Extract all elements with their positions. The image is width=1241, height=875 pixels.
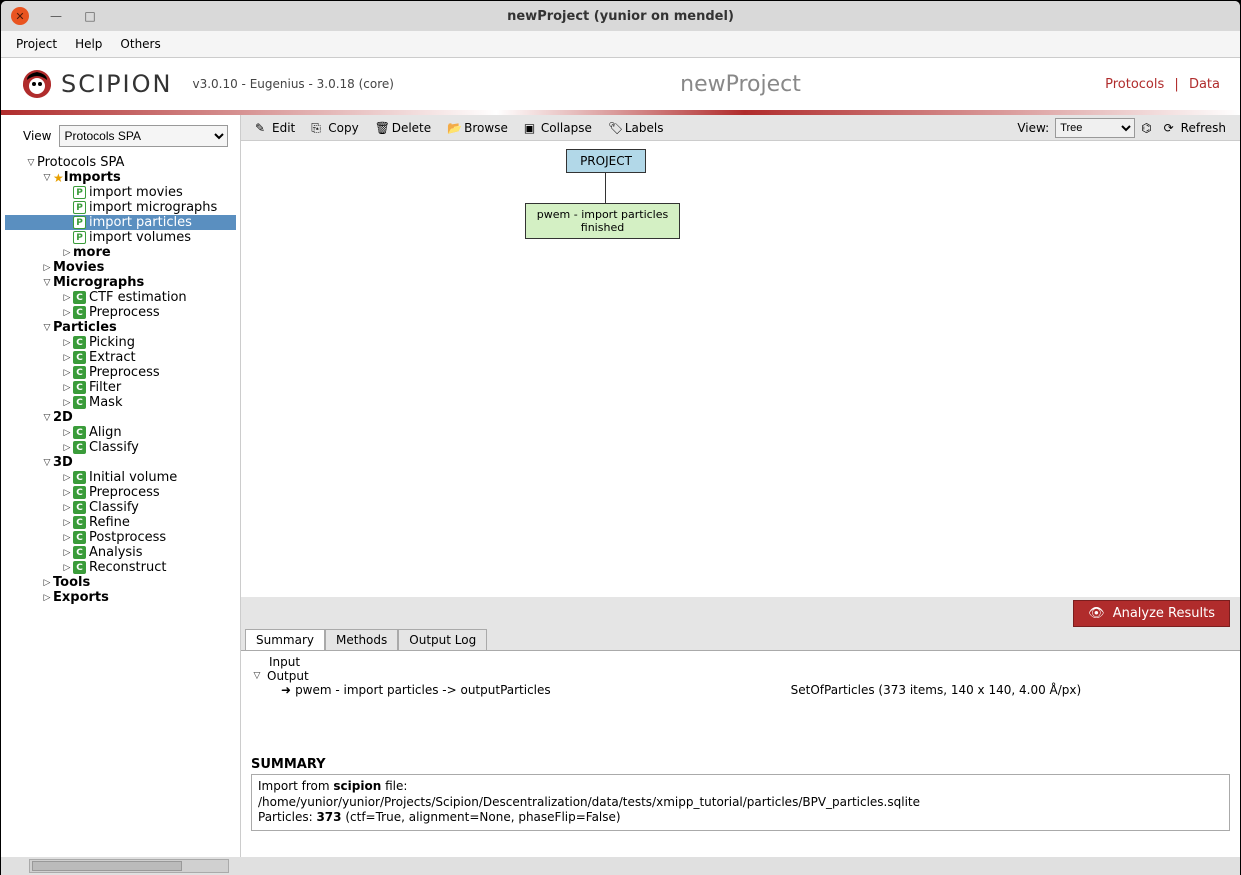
titlebar: ✕ — □ newProject (yunior on mendel) [1, 1, 1240, 31]
link-protocols[interactable]: Protocols [1105, 77, 1164, 92]
tab-content: Input Output ➜ pwem - import particles -… [241, 650, 1240, 857]
tree-tools[interactable]: Tools [5, 575, 236, 590]
tree-postprocess[interactable]: CPostprocess [5, 530, 236, 545]
tree-root[interactable]: Protocols SPA [5, 155, 236, 170]
tree-p-preprocess[interactable]: CPreprocess [5, 365, 236, 380]
window-close-button[interactable]: ✕ [11, 7, 29, 25]
tree-filter[interactable]: CFilter [5, 380, 236, 395]
refresh-icon: ⟳ [1164, 121, 1178, 135]
tree-3d[interactable]: 3D [5, 455, 236, 470]
window-title: newProject (yunior on mendel) [507, 9, 734, 24]
trash-icon: 🗑 [375, 121, 389, 135]
tree-layout-icon[interactable]: ⌬ [1141, 121, 1151, 135]
tree-imports[interactable]: ★Imports [5, 170, 236, 185]
tree-mg-preprocess[interactable]: CPreprocess [5, 305, 236, 320]
tree-movies[interactable]: Movies [5, 260, 236, 275]
summary-header: SUMMARY [251, 757, 1230, 772]
link-sep: | [1168, 77, 1184, 92]
tree-extract[interactable]: CExtract [5, 350, 236, 365]
tag-icon: 🏷 [608, 121, 622, 135]
menubar: Project Help Others [1, 31, 1240, 58]
app-version: v3.0.10 - Eugenius - 3.0.18 (core) [192, 77, 394, 91]
tree-exports[interactable]: Exports [5, 590, 236, 605]
node-project[interactable]: PROJECT [566, 149, 646, 173]
toolbar: ✎Edit ⎘Copy 🗑Delete 📂Browse ▣Collapse 🏷L… [241, 115, 1240, 141]
graph-canvas[interactable]: PROJECT pwem - import particles finished [241, 141, 1240, 597]
tree-import-micrographs[interactable]: Pimport micrographs [5, 200, 236, 215]
tree-micrographs[interactable]: Micrographs [5, 275, 236, 290]
window-maximize-button[interactable]: □ [83, 9, 97, 23]
tree-picking[interactable]: CPicking [5, 335, 236, 350]
app-name: SCIPION [61, 70, 172, 98]
tree-mask[interactable]: CMask [5, 395, 236, 410]
copy-icon: ⎘ [311, 121, 325, 135]
labels-button[interactable]: 🏷Labels [602, 119, 670, 137]
view-label: View [23, 129, 51, 143]
collapse-button[interactable]: ▣Collapse [518, 119, 598, 137]
tree-imports-more[interactable]: more [5, 245, 236, 260]
delete-button[interactable]: 🗑Delete [369, 119, 437, 137]
io-output-row[interactable]: Output [251, 669, 1230, 683]
tree-3d-preprocess[interactable]: CPreprocess [5, 485, 236, 500]
pencil-icon: ✎ [255, 121, 269, 135]
toolbar-view-label: View: [1017, 121, 1049, 135]
tree-particles[interactable]: Particles [5, 320, 236, 335]
horizontal-scrollbar[interactable] [1, 857, 1240, 875]
window-minimize-button[interactable]: — [49, 9, 63, 23]
io-input-row[interactable]: Input [269, 655, 1230, 669]
output-description: SetOfParticles (373 items, 140 x 140, 4.… [791, 683, 1082, 697]
sidebar: View Protocols SPA Protocols SPA ★Import… [1, 115, 241, 857]
tree-initial-volume[interactable]: CInitial volume [5, 470, 236, 485]
tree-3d-classify[interactable]: CClassify [5, 500, 236, 515]
collapse-icon: ▣ [524, 121, 538, 135]
tab-summary[interactable]: Summary [245, 629, 325, 650]
tree-import-particles[interactable]: Pimport particles [5, 215, 236, 230]
link-data[interactable]: Data [1189, 77, 1220, 92]
protocol-tree: Protocols SPA ★Imports Pimport movies Pi… [1, 155, 240, 605]
tab-output-log[interactable]: Output Log [398, 629, 487, 650]
tree-2d[interactable]: 2D [5, 410, 236, 425]
arrow-icon: ➜ [281, 683, 291, 697]
menu-help[interactable]: Help [75, 37, 102, 51]
menu-others[interactable]: Others [120, 37, 160, 51]
view-select[interactable]: Protocols SPA [59, 125, 228, 147]
scipion-logo-icon [21, 68, 53, 100]
tree-import-volumes[interactable]: Pimport volumes [5, 230, 236, 245]
project-name: newProject [680, 72, 801, 97]
tree-ctf-estimation[interactable]: CCTF estimation [5, 290, 236, 305]
analyze-results-button[interactable]: 👁 Analyze Results [1073, 600, 1230, 627]
tree-analysis[interactable]: CAnalysis [5, 545, 236, 560]
toolbar-view-select[interactable]: Tree [1055, 118, 1135, 138]
tree-import-movies[interactable]: Pimport movies [5, 185, 236, 200]
node-import-particles[interactable]: pwem - import particles finished [525, 203, 680, 239]
bottom-panel: 👁 Analyze Results Summary Methods Output… [241, 597, 1240, 857]
refresh-button[interactable]: ⟳Refresh [1158, 119, 1232, 137]
graph-connector [605, 173, 606, 203]
tree-reconstruct[interactable]: CReconstruct [5, 560, 236, 575]
eye-icon: 👁 [1088, 606, 1105, 621]
tree-align[interactable]: CAlign [5, 425, 236, 440]
app-header: SCIPION v3.0.10 - Eugenius - 3.0.18 (cor… [1, 58, 1240, 110]
browse-button[interactable]: 📂Browse [441, 119, 514, 137]
tree-refine[interactable]: CRefine [5, 515, 236, 530]
folder-icon: 📂 [447, 121, 461, 135]
tree-classify[interactable]: CClassify [5, 440, 236, 455]
summary-body: Import from scipion file: /home/yunior/y… [251, 774, 1230, 831]
edit-button[interactable]: ✎Edit [249, 119, 301, 137]
io-output-item[interactable]: ➜ pwem - import particles -> outputParti… [281, 683, 1230, 697]
copy-button[interactable]: ⎘Copy [305, 119, 364, 137]
menu-project[interactable]: Project [16, 37, 57, 51]
tab-methods[interactable]: Methods [325, 629, 398, 650]
